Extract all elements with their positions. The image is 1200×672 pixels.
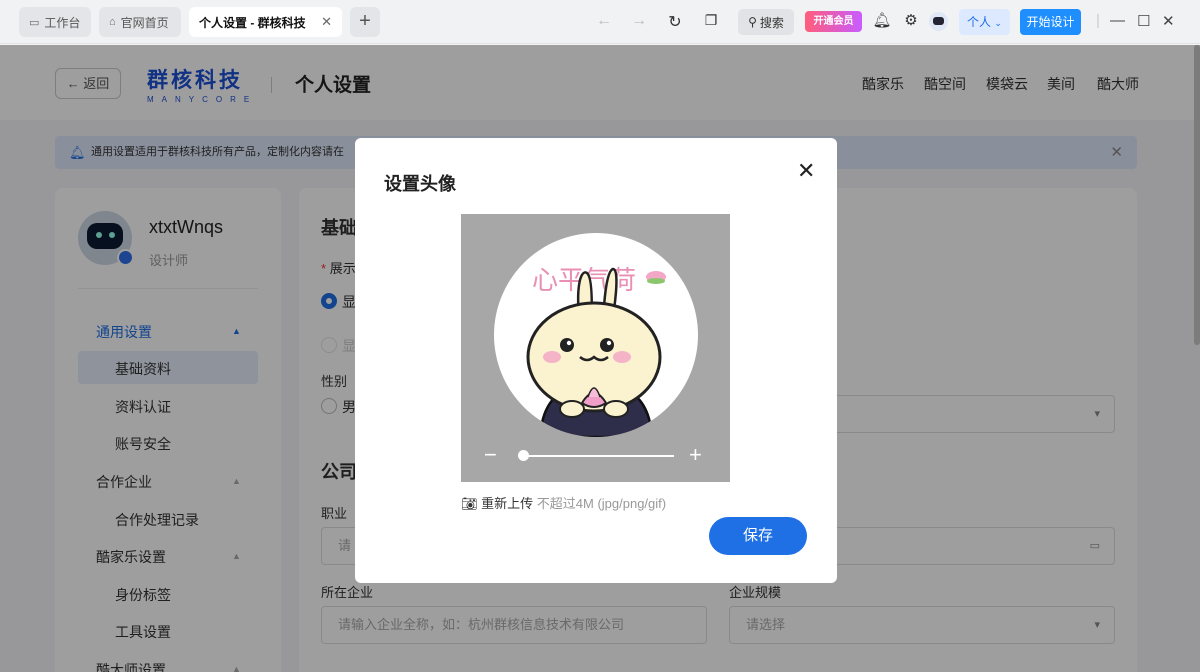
zoom-slider[interactable]: − + [461,442,730,468]
forward-arrow-icon[interactable]: → [629,12,649,30]
start-design-button[interactable]: 开始设计 [1020,9,1081,35]
reupload-hint: 不超过4M (jpg/png/gif) [536,496,667,511]
toolbar-divider: | [1096,12,1100,29]
home-icon: ⌂ [109,16,116,28]
vip-label: 开通会员 [813,16,854,27]
zoom-handle[interactable] [518,450,530,461]
browser-toolbar: ▭ 工作台 ⌂ 官网首页 个人设置 - 群核科技 ✕ + ← → ↻ ❐ ⚲ 搜… [0,0,1200,44]
back-arrow-icon[interactable]: ← [594,12,614,30]
personal-dropdown[interactable]: 个人 ⌄ [959,9,1010,35]
search-icon: ⚲ [748,15,757,29]
modal-title: 设置头像 [384,174,456,194]
zoom-in-icon[interactable]: + [689,442,702,468]
avatar-modal: 设置头像 ✕ 心平气荷 [355,138,837,583]
tab-label: 官网首页 [120,15,169,30]
bunny-illustration: 心平气荷 [526,266,666,437]
avatar-cropper[interactable]: 心平气荷 − [461,214,730,482]
tab-personal-settings[interactable]: 个人设置 - 群核科技 ✕ [189,7,342,37]
camera-icon: 📷︎ [461,496,478,511]
reupload-label[interactable]: 重新上传 [481,496,533,511]
reupload-row[interactable]: 📷︎ 重新上传 不超过4M (jpg/png/gif) [461,493,666,512]
search-label: 搜索 [759,15,784,30]
new-tab-button[interactable]: + [350,7,380,37]
vip-button[interactable]: 开通会员 [805,11,862,32]
close-icon[interactable]: ✕ [797,158,815,184]
personal-label: 个人 [967,15,992,29]
copy-icon[interactable]: ❐ [701,12,721,29]
monitor-icon: ▭ [29,16,40,29]
minimize-icon[interactable]: — [1110,12,1125,29]
tab-official-home[interactable]: ⌂ 官网首页 [99,7,181,37]
window-close-icon[interactable]: ✕ [1162,12,1175,30]
maximize-icon[interactable]: ☐ [1137,12,1150,30]
tab-workbench[interactable]: ▭ 工作台 [19,7,91,37]
zoom-out-icon[interactable]: − [484,442,497,468]
save-button[interactable]: 保存 [709,517,807,555]
avatar-preview-image[interactable]: 心平气荷 [494,233,698,437]
bell-icon[interactable]: 🔔︎ [872,11,892,31]
tab-label: 工作台 [44,15,81,30]
search-button[interactable]: ⚲ 搜索 [738,9,794,35]
zoom-track[interactable] [519,455,674,457]
close-tab-icon[interactable]: ✕ [321,14,332,30]
gear-icon[interactable]: ⚙ [901,11,921,31]
chevron-down-icon: ⌄ [994,18,1002,28]
refresh-icon[interactable]: ↻ [665,12,685,32]
tab-label: 个人设置 - 群核科技 [199,15,306,30]
robot-icon[interactable] [929,12,948,31]
